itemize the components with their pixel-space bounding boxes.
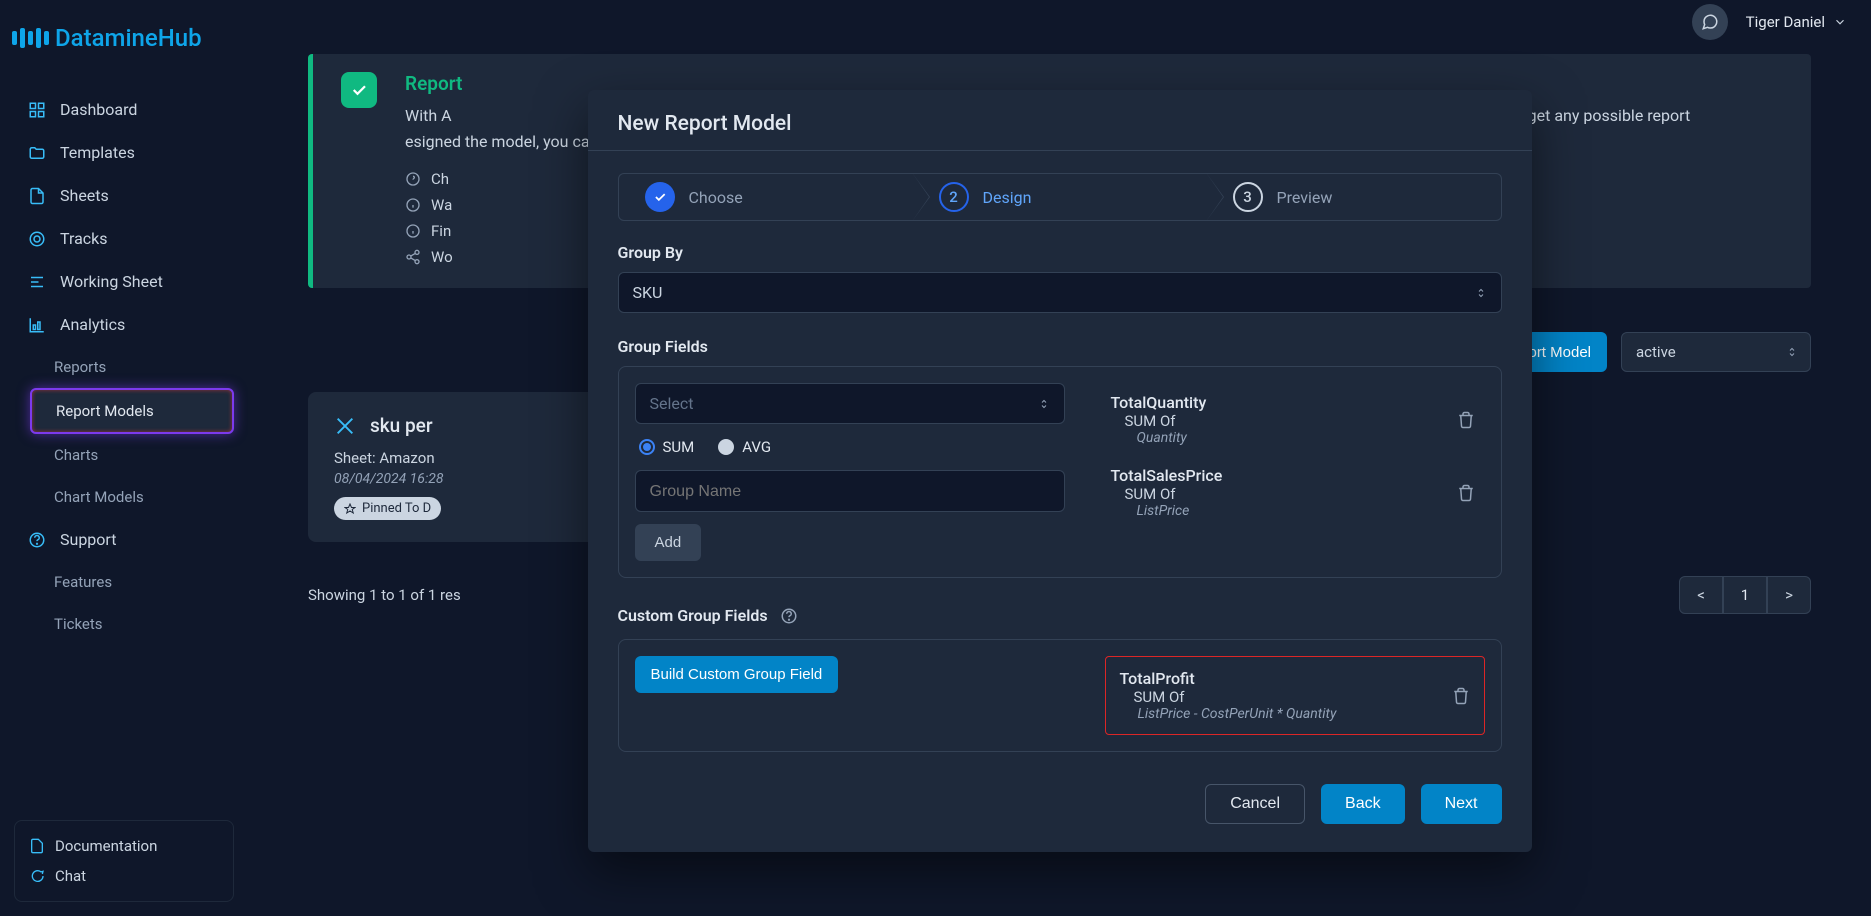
sidebar: DatamineHub Dashboard Templates Sheets T… — [0, 0, 248, 916]
nav-label: Working Sheet — [60, 272, 163, 291]
nav-label: Features — [54, 573, 112, 591]
nav-templates[interactable]: Templates — [14, 131, 234, 174]
group-name-input[interactable] — [635, 470, 1065, 512]
page-icon — [29, 838, 45, 854]
step-number: 3 — [1233, 182, 1263, 212]
nav-analytics[interactable]: Analytics — [14, 303, 234, 346]
radio-icon — [639, 439, 655, 455]
app-name: DatamineHub — [55, 24, 202, 52]
group-by-select[interactable]: SKU — [618, 272, 1502, 313]
nav-label: Charts — [54, 446, 98, 464]
nav-dashboard[interactable]: Dashboard — [14, 88, 234, 131]
help-icon[interactable] — [780, 607, 798, 625]
footer-label: Chat — [55, 867, 86, 885]
delete-icon[interactable] — [1457, 483, 1475, 503]
footer-label: Documentation — [55, 837, 157, 855]
nav-label: Report Models — [56, 402, 154, 420]
nav-label: Sheets — [60, 186, 109, 205]
nav-working-sheet[interactable]: Working Sheet — [14, 260, 234, 303]
list-icon — [28, 273, 46, 291]
folder-icon — [28, 144, 46, 162]
file-icon — [28, 187, 46, 205]
sort-icon — [1475, 285, 1487, 301]
nav-label: Reports — [54, 358, 106, 376]
logo[interactable]: DatamineHub — [0, 0, 248, 88]
nav-label: Chart Models — [54, 488, 144, 506]
nav-report-models[interactable]: Report Models — [30, 388, 234, 434]
nav-reports[interactable]: Reports — [30, 346, 234, 388]
logo-icon — [12, 28, 49, 48]
nav-support[interactable]: Support — [14, 518, 234, 561]
nav-features[interactable]: Features — [30, 561, 234, 603]
delete-icon[interactable] — [1452, 686, 1470, 706]
nav-tickets[interactable]: Tickets — [30, 603, 234, 645]
nav-label: Analytics — [60, 315, 125, 334]
nav-sheets[interactable]: Sheets — [14, 174, 234, 217]
nav-label: Tracks — [60, 229, 108, 248]
group-fields-label: Group Fields — [618, 337, 1502, 356]
add-group-field-button[interactable]: Add — [635, 524, 702, 561]
radio-icon — [718, 439, 734, 455]
group-by-label: Group By — [618, 243, 1502, 262]
nav-label: Templates — [60, 143, 135, 162]
chat-icon — [29, 868, 45, 884]
custom-group-panel: Build Custom Group Field TotalProfit SUM… — [618, 639, 1502, 752]
step-preview[interactable]: 3 Preview — [1207, 174, 1501, 220]
nav-label: Tickets — [54, 615, 103, 633]
nav-charts[interactable]: Charts — [30, 434, 234, 476]
group-fields-panel: Select SUM AVG — [618, 366, 1502, 578]
target-icon — [28, 230, 46, 248]
step-design[interactable]: 2 Design — [913, 174, 1207, 220]
custom-field-item: TotalProfit SUM Of ListPrice - CostPerUn… — [1105, 656, 1485, 735]
group-field-item: TotalQuantity SUM Of Quantity — [1111, 393, 1475, 446]
chart-icon — [28, 316, 46, 334]
cancel-button[interactable]: Cancel — [1205, 784, 1305, 824]
footer-chat[interactable]: Chat — [25, 861, 223, 891]
delete-icon[interactable] — [1457, 410, 1475, 430]
step-number: 2 — [939, 182, 969, 212]
nav-label: Support — [60, 530, 116, 549]
nav-label: Dashboard — [60, 100, 137, 119]
step-choose[interactable]: Choose — [619, 174, 913, 220]
stepper: Choose 2 Design 3 Preview — [618, 173, 1502, 221]
footer-links: Documentation Chat — [14, 820, 234, 902]
back-button[interactable]: Back — [1321, 784, 1405, 824]
help-icon — [28, 531, 46, 549]
build-custom-field-button[interactable]: Build Custom Group Field — [635, 656, 839, 693]
group-field-item: TotalSalesPrice SUM Of ListPrice — [1111, 466, 1475, 519]
sort-icon — [1038, 396, 1050, 412]
agg-sum-radio[interactable]: SUM — [639, 438, 695, 456]
agg-avg-radio[interactable]: AVG — [718, 438, 771, 456]
nav-tracks[interactable]: Tracks — [14, 217, 234, 260]
next-button[interactable]: Next — [1421, 784, 1502, 824]
group-field-select[interactable]: Select — [635, 383, 1065, 424]
main: Tiger Daniel Report With A xxxxxxxxxxxxx… — [248, 0, 1871, 916]
grid-icon — [28, 101, 46, 119]
custom-group-label: Custom Group Fields — [618, 606, 768, 625]
footer-documentation[interactable]: Documentation — [25, 831, 223, 861]
step-check-icon — [645, 182, 675, 212]
modal-title: New Report Model — [618, 112, 1502, 136]
nav-chart-models[interactable]: Chart Models — [30, 476, 234, 518]
group-name-field[interactable] — [650, 483, 1050, 501]
modal-backdrop: New Report Model Choose 2 Design 3 Previ… — [248, 0, 1871, 916]
new-report-modal: New Report Model Choose 2 Design 3 Previ… — [588, 90, 1532, 852]
